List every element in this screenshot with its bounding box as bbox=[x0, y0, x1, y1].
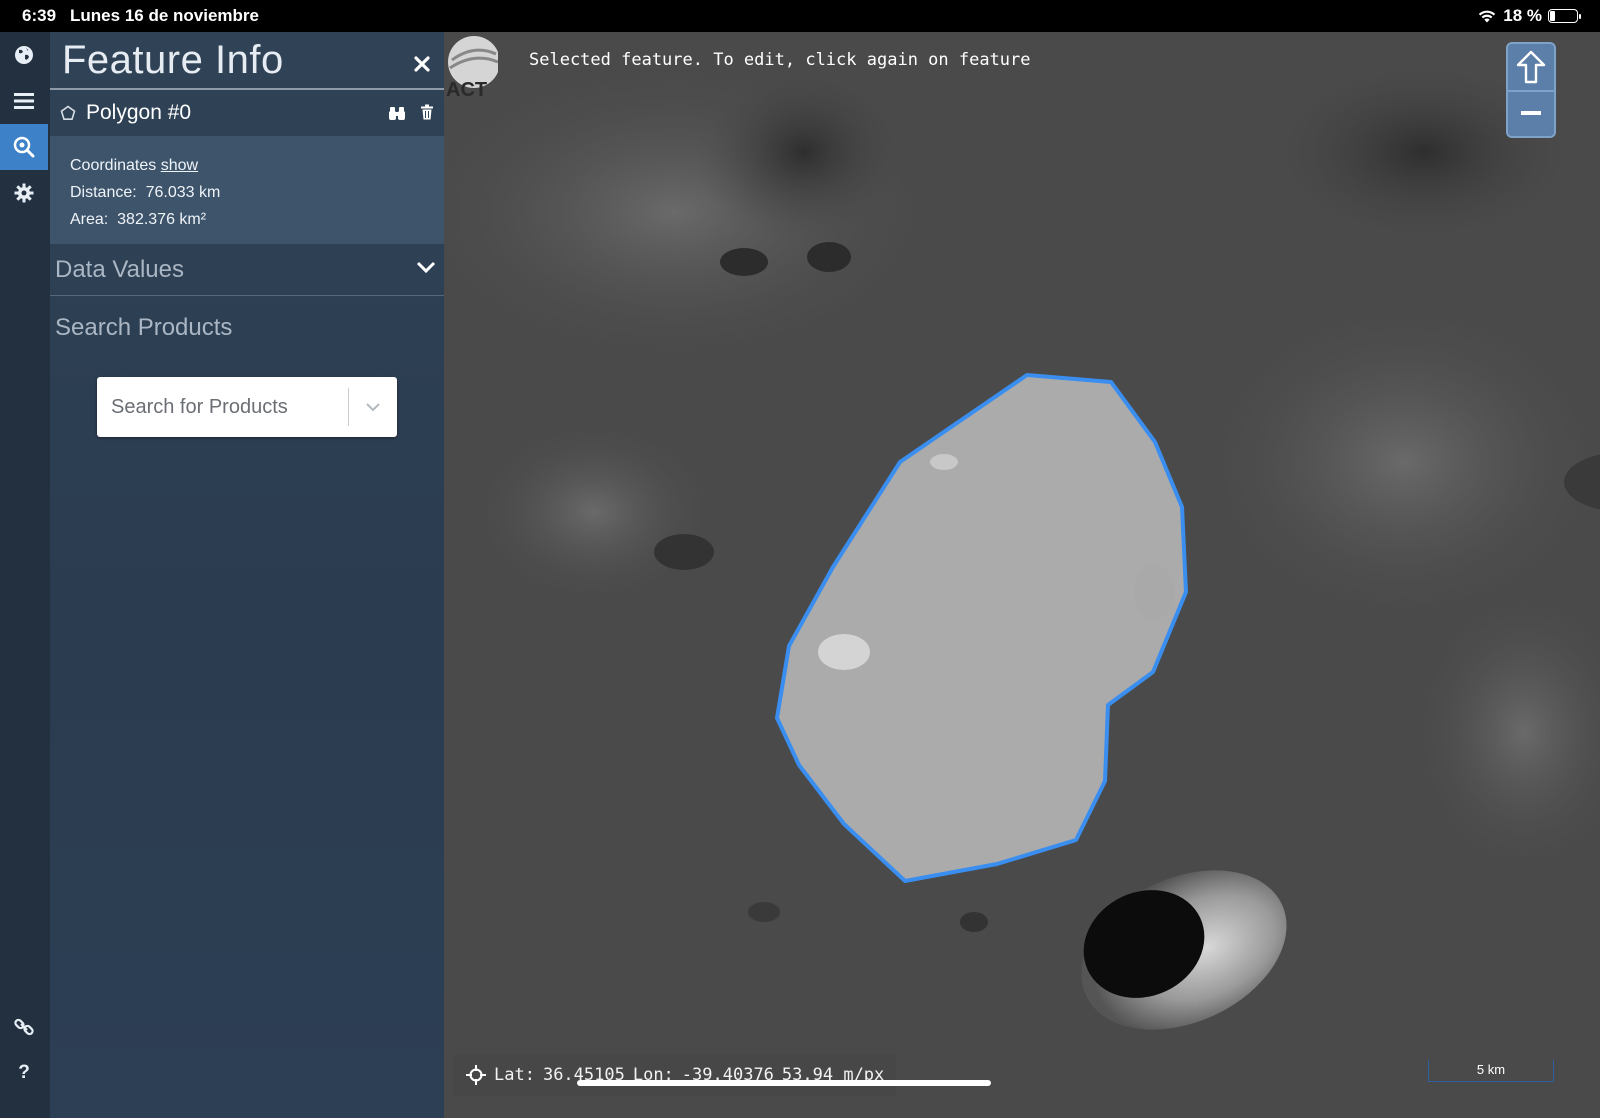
search-products-section: Search Products bbox=[50, 302, 444, 354]
link-button[interactable] bbox=[0, 1004, 48, 1050]
scale-label: 5 km bbox=[1476, 1062, 1506, 1077]
chevron-down-icon bbox=[416, 261, 436, 274]
help-icon: ? bbox=[18, 1062, 30, 1083]
show-coordinates-link[interactable]: show bbox=[161, 157, 198, 174]
settings-button[interactable] bbox=[0, 170, 48, 216]
crosshair-icon bbox=[466, 1065, 486, 1085]
status-bar: 6:39 Lunes 16 de noviembre 18 % bbox=[0, 0, 1600, 32]
search-map-icon bbox=[13, 136, 35, 158]
search-products-placeholder: Search for Products bbox=[111, 395, 288, 418]
status-date: Lunes 16 de noviembre bbox=[70, 6, 259, 25]
minus-icon bbox=[1521, 111, 1541, 115]
search-map-button[interactable] bbox=[0, 124, 48, 170]
trash-icon[interactable] bbox=[420, 104, 434, 120]
home-arrow-icon bbox=[1516, 50, 1546, 84]
coordinates-label: Coordinates bbox=[70, 157, 157, 174]
binoculars-icon[interactable] bbox=[388, 104, 406, 122]
scale-bar: 5 km bbox=[1428, 1060, 1554, 1082]
svg-text:ACT: ACT bbox=[446, 79, 487, 100]
area-value: 382.376 km² bbox=[117, 211, 207, 228]
settings-icon bbox=[14, 183, 34, 203]
zoom-out-button[interactable] bbox=[1508, 90, 1554, 136]
panel-title: Feature Info bbox=[62, 38, 284, 82]
data-values-label: Data Values bbox=[55, 255, 184, 283]
search-products-select[interactable]: Search for Products bbox=[97, 377, 397, 437]
menu-icon bbox=[14, 93, 34, 109]
globe-icon bbox=[15, 46, 33, 64]
chevron-down-icon bbox=[366, 403, 380, 412]
selection-message: Selected feature. To edit, click again o… bbox=[529, 50, 1031, 70]
globe-button[interactable] bbox=[0, 32, 48, 78]
feature-header: Polygon #0 bbox=[50, 90, 444, 136]
lat-label: Lat: bbox=[494, 1065, 535, 1085]
battery-icon bbox=[1548, 9, 1581, 23]
home-indicator bbox=[577, 1080, 991, 1086]
zoom-control bbox=[1506, 42, 1556, 138]
link-icon bbox=[14, 1018, 34, 1036]
lunar-map[interactable]: ACT Selected feature. To edit, click aga… bbox=[444, 32, 1600, 1118]
menu-button[interactable] bbox=[0, 78, 48, 124]
distance-value: 76.033 km bbox=[145, 184, 221, 201]
feature-details: Coordinates show Distance: 76.033 km Are… bbox=[50, 136, 444, 244]
polygon-icon bbox=[60, 105, 76, 120]
map-terrain bbox=[444, 32, 1600, 1118]
select-toggle[interactable] bbox=[349, 402, 397, 412]
distance-label: Distance: bbox=[70, 184, 137, 201]
zoom-home-button[interactable] bbox=[1508, 44, 1554, 90]
wifi-icon bbox=[1479, 10, 1496, 23]
close-icon[interactable] bbox=[412, 54, 432, 74]
search-products-label: Search Products bbox=[55, 314, 233, 341]
help-button[interactable]: ? bbox=[0, 1050, 48, 1096]
data-values-section[interactable]: Data Values bbox=[50, 244, 444, 296]
battery-percent: 18 % bbox=[1503, 6, 1542, 25]
cursor-coordinates: Lat: 36.45105 Lon: -39.40376 53.94 m/px bbox=[454, 1054, 897, 1096]
left-toolbar: ? bbox=[0, 32, 50, 1118]
status-time: 6:39 bbox=[22, 6, 57, 25]
feature-info-panel: Feature Info Polygon #0 Coordinates show bbox=[50, 32, 444, 1118]
feature-name: Polygon #0 bbox=[86, 101, 192, 124]
area-label: Area: bbox=[70, 211, 109, 228]
act-logo: ACT bbox=[444, 34, 500, 101]
